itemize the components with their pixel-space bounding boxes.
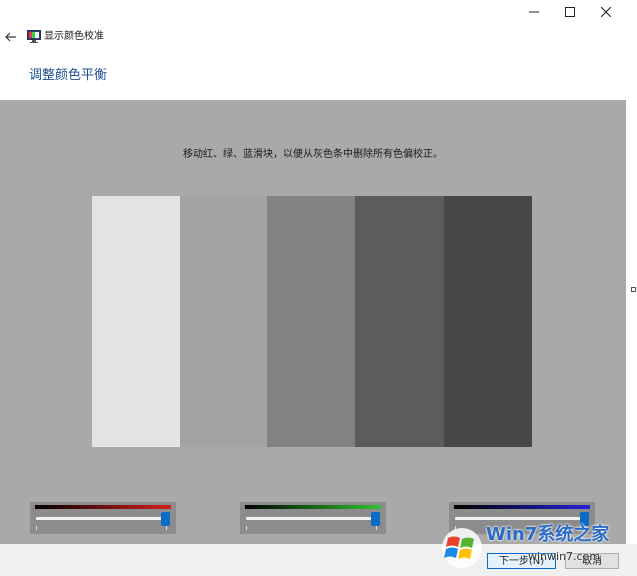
title-bar xyxy=(0,0,637,24)
green-slider[interactable] xyxy=(240,502,386,534)
green-gradient xyxy=(245,505,381,509)
cancel-button[interactable]: 取消 xyxy=(565,553,619,569)
maximize-button[interactable] xyxy=(552,0,588,24)
back-button[interactable] xyxy=(2,28,20,46)
slider-track[interactable] xyxy=(455,517,585,520)
gray-bars xyxy=(92,196,532,447)
slider-thumb[interactable] xyxy=(580,512,589,526)
maximize-icon xyxy=(565,7,575,17)
blue-slider[interactable] xyxy=(449,502,595,534)
instruction-text: 移动红、绿、蓝滑块，以便从灰色条中删除所有色偏校正。 xyxy=(183,149,443,160)
page-title: 调整颜色平衡 xyxy=(29,68,108,83)
blue-gradient xyxy=(454,505,590,509)
slider-tick xyxy=(455,526,456,530)
close-button[interactable] xyxy=(588,0,624,24)
gray-bar xyxy=(180,196,267,447)
slider-tick xyxy=(246,526,247,530)
slider-thumb[interactable] xyxy=(161,512,170,526)
slider-tick xyxy=(585,526,586,530)
back-arrow-icon xyxy=(5,32,16,42)
slider-tick xyxy=(36,526,37,530)
calibration-panel: 移动红、绿、蓝滑块，以便从灰色条中删除所有色偏校正。 xyxy=(0,100,626,544)
gray-bar xyxy=(92,196,180,447)
close-icon xyxy=(601,7,611,17)
slider-track[interactable] xyxy=(36,517,166,520)
slider-tick xyxy=(166,526,167,530)
gray-bar xyxy=(444,196,532,447)
navigation-bar: 显示颜色校准 xyxy=(0,24,637,50)
next-button[interactable]: 下一步(N) xyxy=(487,553,556,569)
display-calibration-icon xyxy=(27,30,41,43)
minimize-button[interactable] xyxy=(516,0,552,24)
slider-track[interactable] xyxy=(246,517,376,520)
gray-bar xyxy=(267,196,355,447)
minimize-icon xyxy=(529,11,539,13)
red-slider[interactable] xyxy=(30,502,176,534)
app-title: 显示颜色校准 xyxy=(44,31,104,42)
window-resize-handle[interactable] xyxy=(631,287,636,292)
slider-thumb[interactable] xyxy=(371,512,380,526)
slider-tick xyxy=(376,526,377,530)
gray-bar xyxy=(355,196,444,447)
red-gradient xyxy=(35,505,171,509)
